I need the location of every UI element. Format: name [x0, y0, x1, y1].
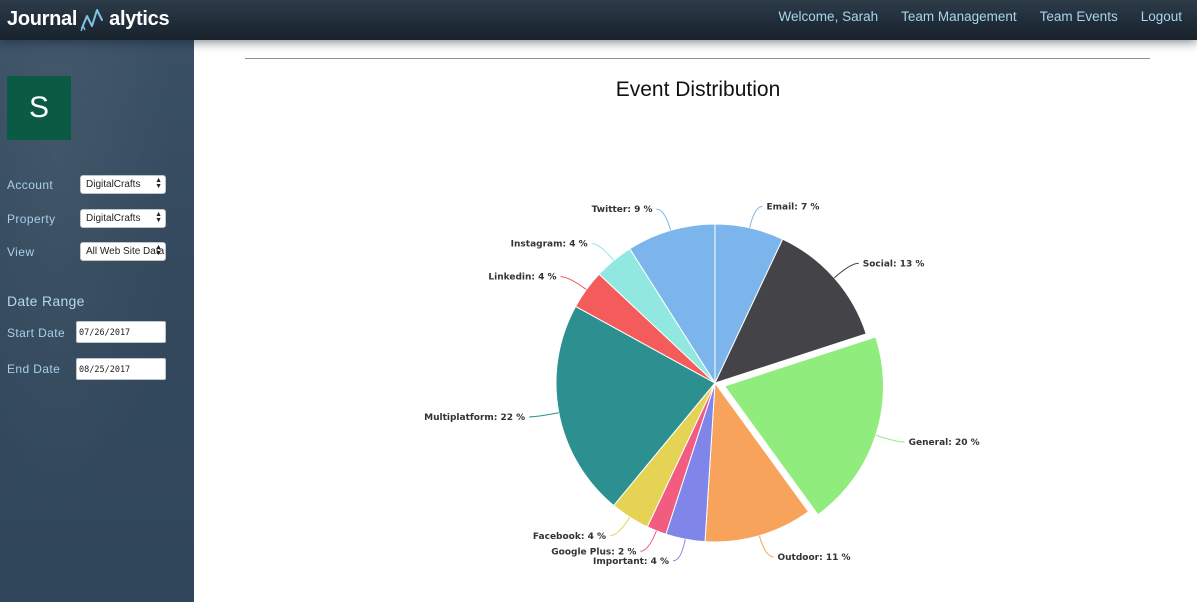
nav-team-management[interactable]: Team Management	[901, 9, 1017, 24]
account-select[interactable]: DigitalCrafts ▲ ▼	[80, 175, 166, 194]
view-label: View	[7, 245, 35, 259]
nav-links: Welcome, Sarah Team Management Team Even…	[779, 0, 1197, 32]
select-arrows-icon: ▲ ▼	[155, 211, 162, 224]
sidebar: S Account DigitalCrafts ▲ ▼ Property Digi…	[0, 40, 194, 602]
slice-label-5: Google Plus: 2 %	[551, 547, 636, 557]
slice-connector-7	[529, 412, 559, 418]
slice-connector-3	[758, 535, 774, 558]
nav-logout[interactable]: Logout	[1141, 9, 1182, 24]
start-date-input[interactable]: 07/26/2017	[76, 321, 166, 343]
slice-connector-10	[656, 208, 672, 231]
brand-logo[interactable]: Journal alytics	[7, 4, 170, 34]
slice-connector-0	[749, 205, 763, 228]
start-date-label: Start Date	[7, 326, 66, 340]
brand-chart-icon	[80, 9, 104, 32]
view-select-value: All Web Site Data	[86, 246, 165, 257]
account-select-value: DigitalCrafts	[86, 179, 141, 190]
top-navbar: Journal alytics Welcome, Sarah Team Mana…	[0, 0, 1197, 40]
slice-label-8: Linkedin: 4 %	[488, 273, 556, 283]
slice-label-9: Instagram: 4 %	[511, 240, 588, 250]
chart-title: Event Distribution	[615, 78, 781, 101]
view-select[interactable]: All Web Site Data ▲ ▼	[80, 242, 166, 261]
slice-label-7: Multiplatform: 22 %	[424, 413, 525, 423]
slice-connector-6	[609, 516, 631, 537]
event-distribution-pie-chart: Email: 7 % Social: 13 % General: 20 % Outdo…	[424, 202, 980, 567]
nav-team-events[interactable]: Team Events	[1040, 9, 1118, 24]
date-range-heading: Date Range	[7, 293, 85, 309]
slice-label-10: Twitter: 9 %	[592, 205, 653, 215]
brand-name-part2: alytics	[109, 7, 170, 30]
brand-name-part1: Journal	[7, 7, 78, 30]
content-divider	[245, 58, 1150, 59]
select-arrows-icon: ▲ ▼	[155, 244, 162, 257]
avatar[interactable]: S	[7, 76, 71, 140]
end-date-input[interactable]: 08/25/2017	[76, 358, 166, 380]
slice-connector-8	[560, 276, 587, 290]
slice-connector-9	[591, 243, 615, 261]
end-date-label: End Date	[7, 362, 61, 376]
property-label: Property	[7, 212, 56, 226]
select-arrows-icon: ▲ ▼	[155, 177, 162, 190]
slice-connector-4	[673, 539, 686, 562]
slice-label-1: Social: 13 %	[863, 259, 925, 269]
account-label: Account	[7, 178, 54, 192]
property-select[interactable]: DigitalCrafts ▲ ▼	[80, 209, 166, 228]
slice-label-0: Email: 7 %	[766, 202, 819, 212]
slice-connector-1	[833, 262, 859, 279]
slice-label-3: Outdoor: 11 %	[777, 553, 850, 563]
slice-label-6: Facebook: 4 %	[533, 532, 606, 542]
slice-label-2: General: 20 %	[909, 438, 980, 448]
nav-welcome[interactable]: Welcome, Sarah	[779, 9, 879, 24]
slice-connector-2	[875, 434, 905, 443]
property-select-value: DigitalCrafts	[86, 213, 141, 224]
slice-label-4: Important: 4 %	[593, 557, 669, 567]
slice-connector-5	[640, 530, 657, 552]
